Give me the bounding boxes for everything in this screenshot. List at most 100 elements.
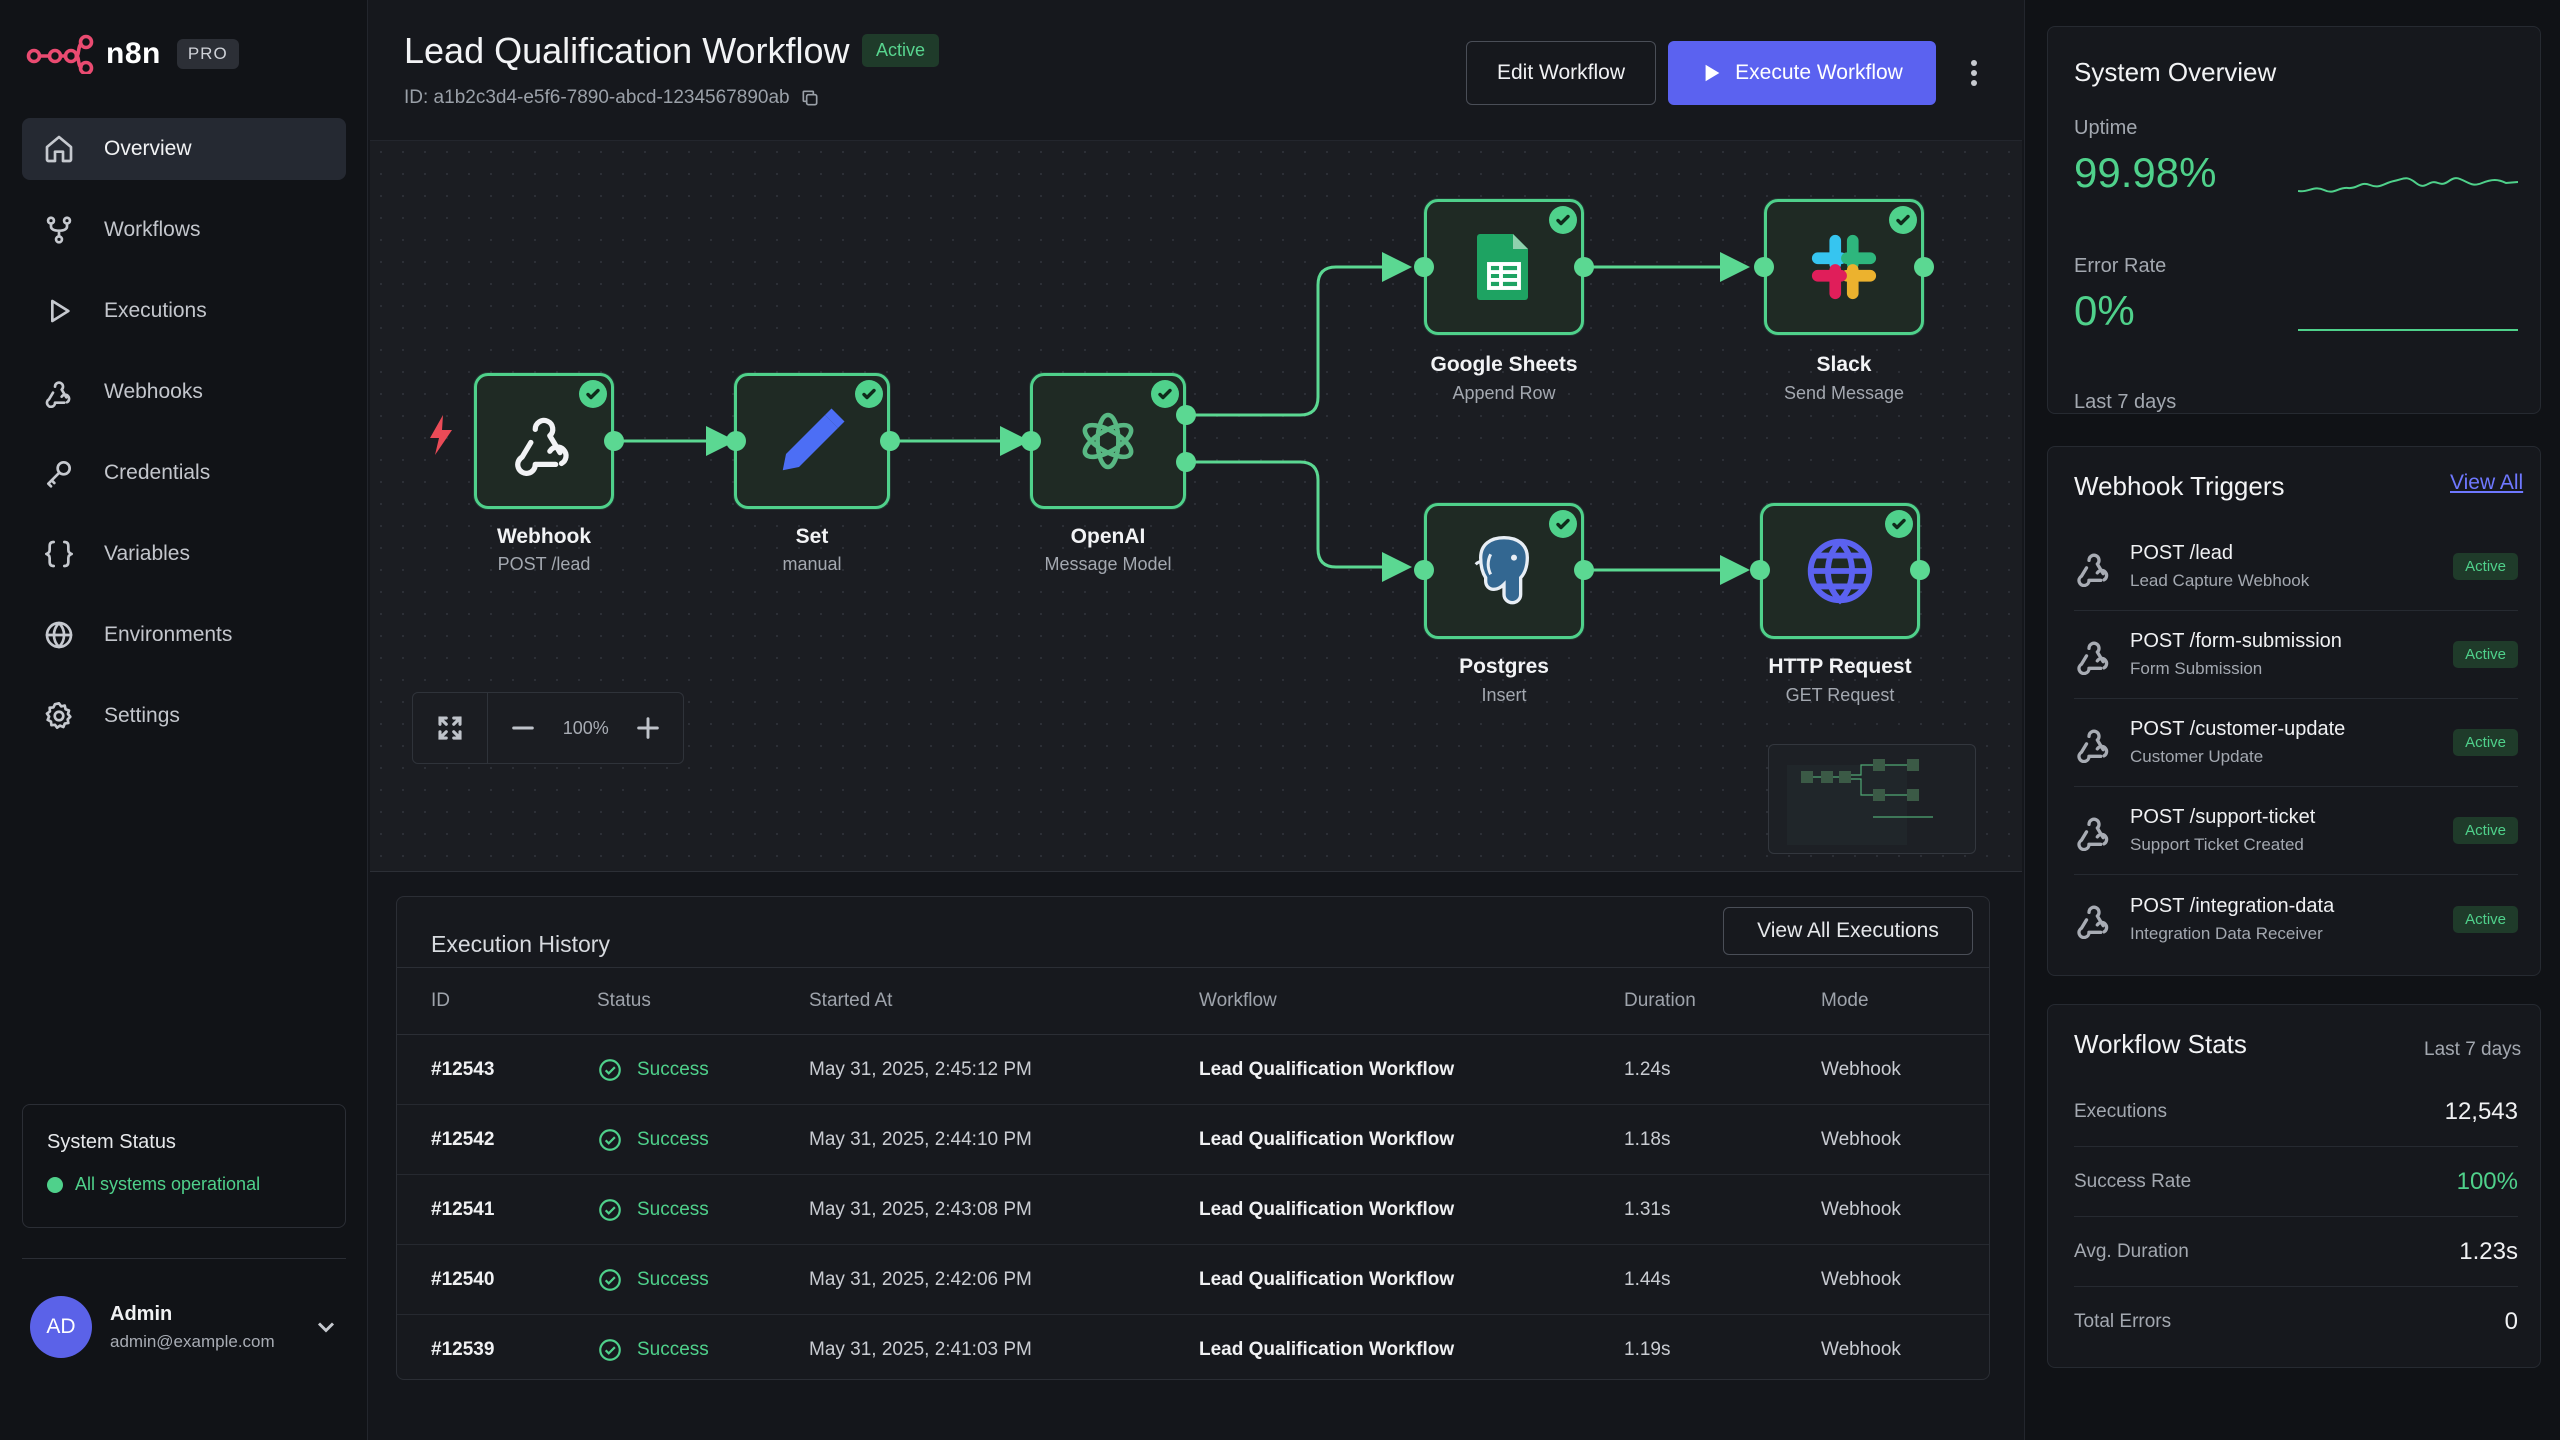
- sidebar-item-label: Settings: [104, 704, 180, 727]
- webhook-icon: [2074, 635, 2114, 675]
- workflow-id: ID: a1b2c3d4-e5f6-7890-abcd-1234567890ab: [404, 87, 820, 109]
- more-options-icon[interactable]: [1962, 56, 1986, 90]
- openai-icon: [1082, 412, 1134, 470]
- page-title: Lead Qualification Workflow: [404, 30, 850, 71]
- table-row[interactable]: #12541 Success May 31, 2025, 2:43:08 PM …: [397, 1175, 1989, 1245]
- sidebar-item-executions[interactable]: Executions: [22, 280, 346, 342]
- webhook-trigger-title: POST /lead: [2130, 542, 2234, 564]
- execution-mode: Webhook: [1821, 1339, 1901, 1360]
- stat-label: Executions: [2074, 1100, 2167, 1122]
- webhook-trigger-item[interactable]: POST /form-submission Form Submission Ac…: [2074, 611, 2518, 699]
- webhook-trigger-item[interactable]: POST /lead Lead Capture Webhook Active: [2074, 523, 2518, 611]
- node-output-handle[interactable]: [604, 431, 624, 451]
- webhook-trigger-subtitle: Lead Capture Webhook: [2130, 571, 2310, 590]
- node-title: HTTP Request: [1768, 655, 1912, 678]
- copy-icon[interactable]: [800, 88, 820, 108]
- node-google-sheets[interactable]: [1424, 199, 1584, 335]
- plan-badge: PRO: [176, 39, 239, 69]
- table-row[interactable]: #12543 Success May 31, 2025, 2:45:12 PM …: [397, 1035, 1989, 1105]
- connection-openai-postgres: [1186, 460, 1412, 582]
- zoom-out-button[interactable]: [488, 693, 557, 763]
- sidebar-item-label: Webhooks: [104, 380, 203, 403]
- view-all-executions-button[interactable]: View All Executions: [1723, 907, 1973, 955]
- sidebar-item-workflows[interactable]: Workflows: [22, 199, 346, 261]
- system-status-card: System Status All systems operational: [22, 1104, 346, 1228]
- execution-duration: 1.44s: [1624, 1268, 1671, 1290]
- uptime-sparkline: [2298, 177, 2518, 193]
- avatar: AD: [30, 1296, 92, 1358]
- zoom-in-button[interactable]: [614, 693, 683, 763]
- column-header[interactable]: ID: [431, 990, 597, 1012]
- user-name: Admin: [110, 1302, 173, 1325]
- column-header[interactable]: Mode: [1821, 990, 1971, 1012]
- node-input-handle[interactable]: [1754, 257, 1774, 277]
- globe-icon: [42, 618, 76, 652]
- node-output-handle[interactable]: [1574, 257, 1594, 277]
- node-output-handle[interactable]: [1574, 560, 1594, 580]
- sidebar: n8n PRO Overview Workflows Executions We…: [0, 0, 368, 1440]
- node-input-handle[interactable]: [1414, 257, 1434, 277]
- node-output-handle[interactable]: [1914, 257, 1934, 277]
- node-input-handle[interactable]: [726, 431, 746, 451]
- webhook-trigger-item[interactable]: POST /customer-update Customer Update Ac…: [2074, 699, 2518, 787]
- chevron-down-icon[interactable]: [312, 1313, 340, 1341]
- node-output-handle[interactable]: [1176, 405, 1196, 425]
- column-header[interactable]: Duration: [1624, 990, 1821, 1012]
- column-header[interactable]: Started At: [809, 990, 1199, 1012]
- execution-id: #12540: [431, 1268, 495, 1290]
- node-webhook[interactable]: [474, 373, 614, 509]
- brand[interactable]: n8n PRO: [26, 32, 239, 76]
- node-input-handle[interactable]: [1021, 431, 1041, 451]
- stat-row-executions: Executions 12,543: [2074, 1077, 2518, 1147]
- execute-workflow-button[interactable]: Execute Workflow: [1668, 41, 1936, 105]
- stat-value: 12,543: [2444, 1097, 2518, 1125]
- column-header[interactable]: Status: [597, 990, 809, 1012]
- status-text: Success: [637, 1198, 709, 1220]
- sidebar-nav: Overview Workflows Executions Webhooks C…: [22, 118, 346, 766]
- workflow-stats-card: Workflow Stats Last 7 days Executions 12…: [2047, 1004, 2541, 1368]
- webhook-trigger-item[interactable]: POST /integration-data Integration Data …: [2074, 875, 2518, 963]
- table-row[interactable]: #12540 Success May 31, 2025, 2:42:06 PM …: [397, 1245, 1989, 1315]
- table-row[interactable]: #12539 Success May 31, 2025, 2:41:03 PM …: [397, 1315, 1989, 1379]
- node-output-handle[interactable]: [1910, 560, 1930, 580]
- node-output-handle[interactable]: [1176, 452, 1196, 472]
- node-set[interactable]: [734, 373, 890, 509]
- webhook-trigger-subtitle: Integration Data Receiver: [2130, 923, 2323, 943]
- node-title: Set: [795, 525, 829, 548]
- sidebar-item-credentials[interactable]: Credentials: [22, 442, 346, 504]
- status-text: Success: [637, 1268, 709, 1290]
- sidebar-item-environments[interactable]: Environments: [22, 604, 346, 666]
- execution-workflow: Lead Qualification Workflow: [1199, 1128, 1455, 1150]
- success-check-icon: [1889, 206, 1917, 234]
- webhook-icon: [2074, 811, 2114, 851]
- sidebar-item-overview[interactable]: Overview: [22, 118, 346, 180]
- user-menu[interactable]: AD Admin admin@example.com: [30, 1296, 340, 1358]
- sidebar-item-webhooks[interactable]: Webhooks: [22, 361, 346, 423]
- node-subtitle: POST /lead: [497, 554, 591, 574]
- view-all-webhooks-link[interactable]: View All: [2450, 471, 2523, 495]
- webhook-trigger-item[interactable]: POST /support-ticket Support Ticket Crea…: [2074, 787, 2518, 875]
- node-input-handle[interactable]: [1750, 560, 1770, 580]
- webhook-icon: [2074, 723, 2114, 763]
- sidebar-item-label: Workflows: [104, 218, 201, 241]
- webhook-triggers-title: Webhook Triggers: [2074, 471, 2285, 501]
- fit-view-button[interactable]: [413, 693, 489, 763]
- sidebar-item-variables[interactable]: Variables: [22, 523, 346, 585]
- webhook-triggers-card: Webhook Triggers View All POST /lead Lea…: [2047, 446, 2541, 976]
- sidebar-item-settings[interactable]: Settings: [22, 685, 346, 747]
- column-header[interactable]: Workflow: [1199, 990, 1624, 1012]
- webhook-icon: [515, 417, 569, 476]
- minimap[interactable]: [1768, 744, 1976, 854]
- node-http-request[interactable]: [1760, 503, 1920, 639]
- node-openai[interactable]: [1030, 373, 1186, 509]
- node-output-handle[interactable]: [880, 431, 900, 451]
- workflow-canvas[interactable]: Webhook POST /lead Set manual OpenAI Mes…: [370, 140, 2022, 872]
- table-row[interactable]: #12542 Success May 31, 2025, 2:44:10 PM …: [397, 1105, 1989, 1175]
- webhook-trigger-text: POST /support-ticket Support Ticket Crea…: [2130, 806, 2315, 855]
- webhook-trigger-text: POST /form-submission Form Submission: [2130, 630, 2342, 679]
- node-slack[interactable]: [1764, 199, 1924, 335]
- node-postgres[interactable]: [1424, 503, 1584, 639]
- node-input-handle[interactable]: [1414, 560, 1434, 580]
- success-check-icon: [1885, 510, 1913, 538]
- edit-workflow-button[interactable]: Edit Workflow: [1466, 41, 1656, 105]
